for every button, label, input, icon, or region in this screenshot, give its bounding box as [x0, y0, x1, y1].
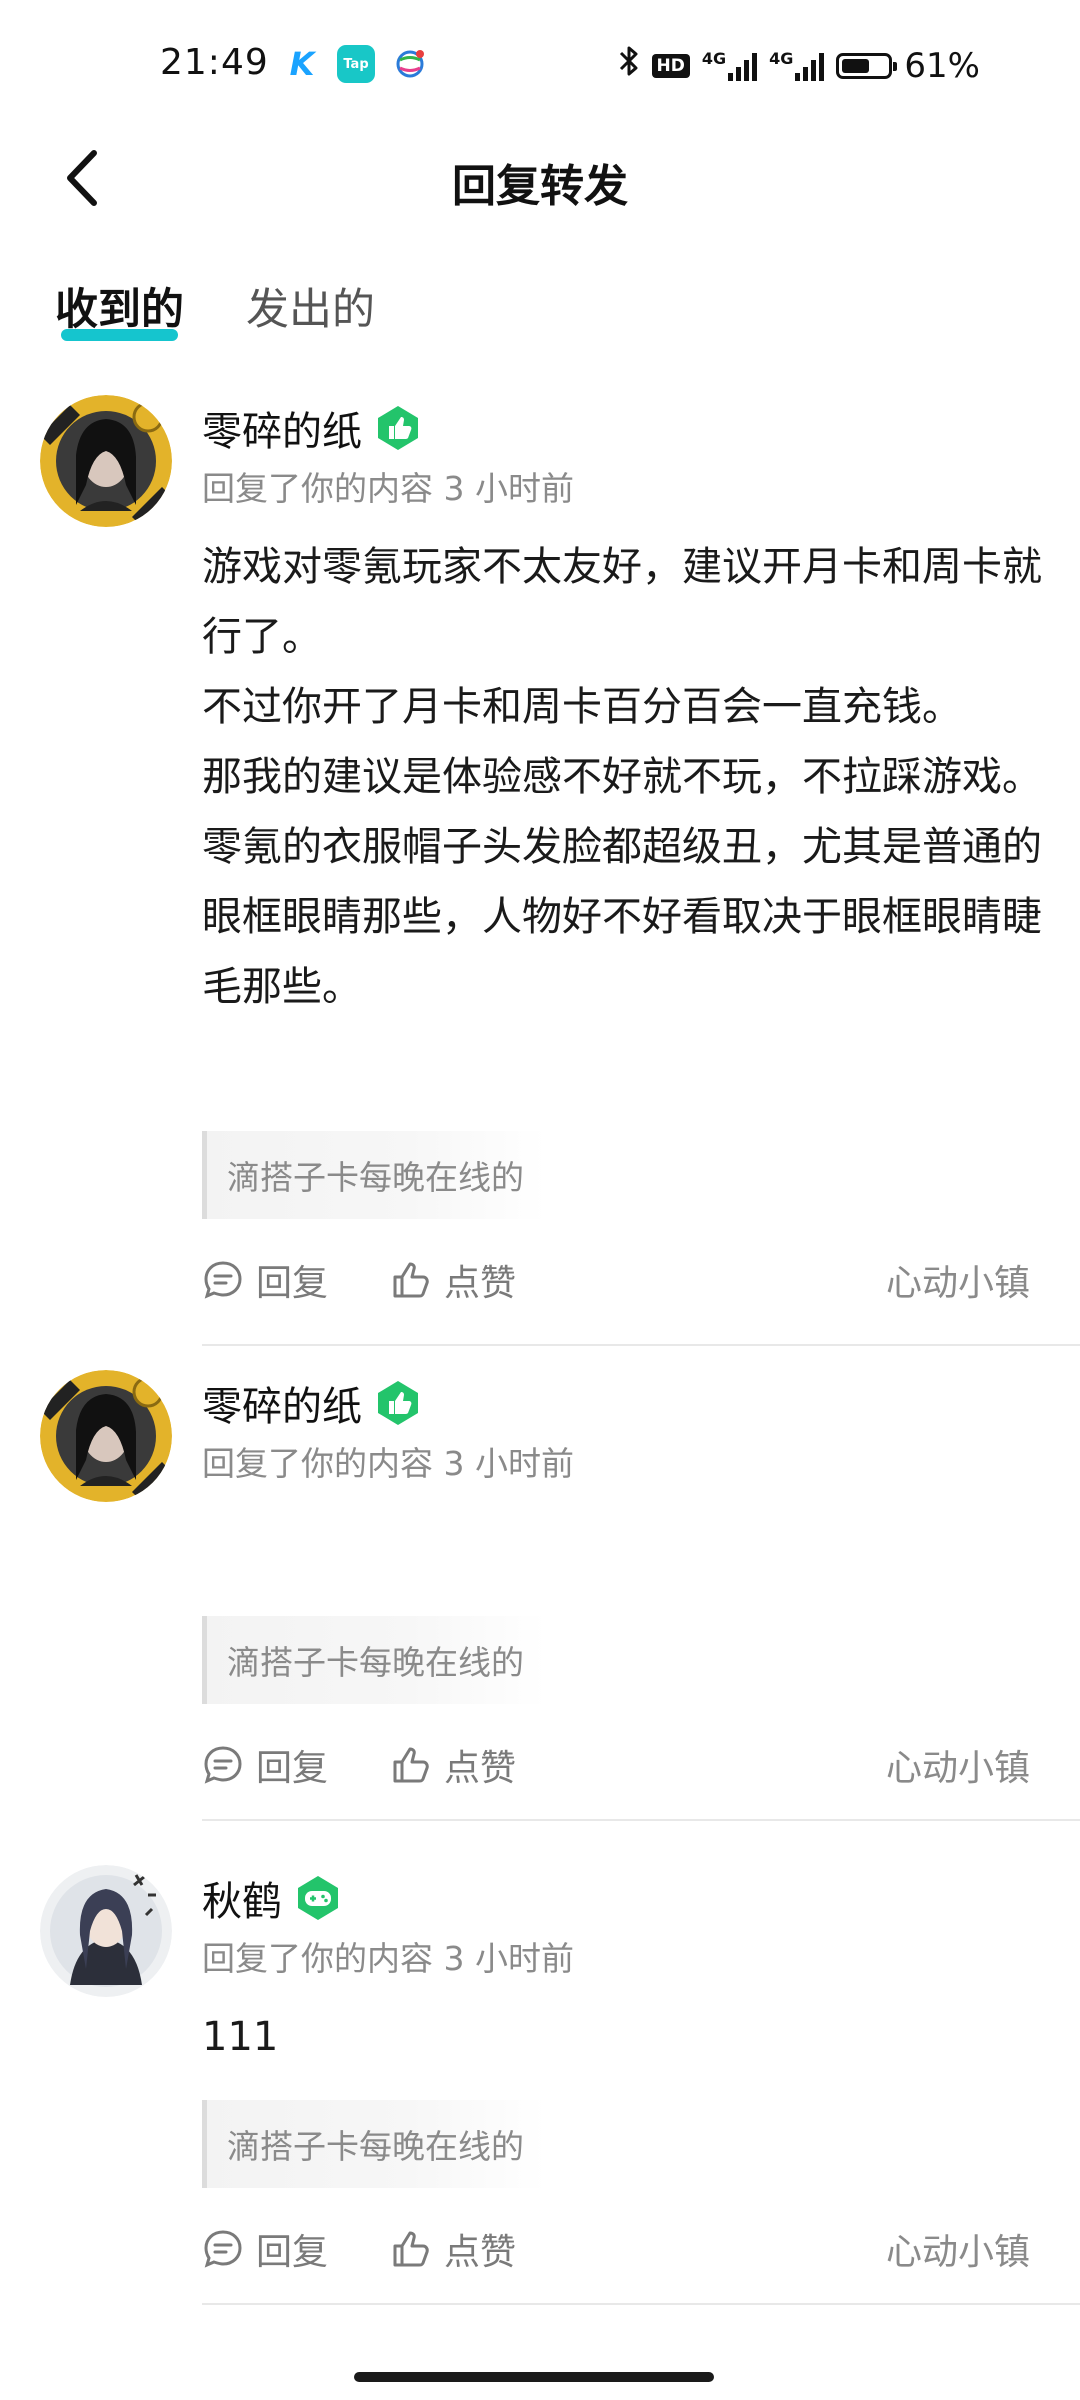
thumbs-up-icon: [390, 1744, 432, 1786]
tab-sent[interactable]: 发出的: [246, 275, 375, 345]
message-text: 111: [202, 2014, 279, 2060]
tab-received[interactable]: 收到的: [55, 275, 184, 345]
action-bar: 回复 点赞 心动小镇: [202, 1735, 1030, 1795]
user-line: 零碎的纸: [202, 400, 1060, 456]
thumbs-up-badge-icon: [374, 1379, 422, 1427]
user-line: 零碎的纸: [202, 1375, 1060, 1431]
status-time: 21:49: [160, 42, 269, 83]
k-app-icon: K: [289, 45, 315, 83]
comment-icon: [202, 1744, 244, 1786]
status-bar: 21:49 K Tap HD 4G 4G 61%: [0, 0, 1080, 130]
home-indicator[interactable]: [354, 2372, 714, 2382]
source-link[interactable]: 心动小镇: [886, 1254, 1030, 1306]
message-content: 零碎的纸 回复了你的内容 3 小时前: [202, 1375, 1060, 1507]
reply-meta: 回复了你的内容 3 小时前: [202, 469, 574, 508]
header: 回复转发: [0, 130, 1080, 230]
notification-icons: K Tap: [283, 45, 429, 83]
quoted-text: 滴搭子卡每晚在线的: [227, 1643, 524, 1682]
user-name[interactable]: 零碎的纸: [202, 1374, 362, 1432]
user-name[interactable]: 零碎的纸: [202, 399, 362, 457]
network-type-2: 4G: [769, 48, 794, 68]
reply-button[interactable]: 回复: [202, 1739, 328, 1791]
taptap-icon: Tap: [337, 45, 375, 83]
quoted-text: 滴搭子卡每晚在线的: [227, 1158, 524, 1197]
like-button[interactable]: 点赞: [390, 1739, 516, 1791]
avatar[interactable]: [40, 1370, 172, 1502]
thumbs-up-icon: [390, 2228, 432, 2270]
divider: [202, 1819, 1080, 1821]
user-line: 秋鹤: [202, 1870, 1060, 1926]
thumbs-up-badge-icon: [374, 404, 422, 452]
avatar[interactable]: [40, 1865, 172, 1997]
quoted-content[interactable]: 滴搭子卡每晚在线的: [202, 2100, 546, 2188]
action-bar: 回复 点赞 心动小镇: [202, 2219, 1030, 2279]
message-content: 零碎的纸 回复了你的内容 3 小时前 游戏对零氪玩家不太友好，建议开月卡和周卡就…: [202, 400, 1060, 1022]
battery-fill: [842, 58, 870, 73]
mobile-network-icon: [391, 45, 429, 83]
battery-icon: [836, 52, 898, 79]
like-label: 点赞: [444, 2232, 517, 2273]
quoted-content[interactable]: 滴搭子卡每晚在线的: [202, 1131, 546, 1219]
message-content: 秋鹤 回复了你的内容 3 小时前 111: [202, 1870, 1060, 2072]
reply-meta: 回复了你的内容 3 小时前: [202, 1939, 574, 1978]
comment-icon: [202, 1259, 244, 1301]
comment-icon: [202, 2228, 244, 2270]
gamepad-badge-icon: [294, 1874, 342, 1922]
reply-label: 回复: [256, 2232, 329, 2273]
status-right: HD 4G 4G 61%: [618, 44, 980, 87]
reply-button[interactable]: 回复: [202, 1254, 328, 1306]
tab-received-label: 收到的: [55, 285, 184, 335]
source-link[interactable]: 心动小镇: [886, 2223, 1030, 2275]
quoted-text: 滴搭子卡每晚在线的: [227, 2127, 524, 2166]
quoted-content[interactable]: 滴搭子卡每晚在线的: [202, 1616, 546, 1704]
divider: [202, 2303, 1080, 2305]
like-button[interactable]: 点赞: [390, 2223, 516, 2275]
source-link[interactable]: 心动小镇: [886, 1739, 1030, 1791]
taptap-label: Tap: [343, 56, 369, 72]
battery-percent: 61%: [904, 45, 980, 86]
hd-voice-icon: HD: [651, 53, 690, 78]
reply-button[interactable]: 回复: [202, 2223, 328, 2275]
bluetooth-icon: [618, 44, 640, 87]
network-type-1: 4G: [701, 48, 727, 68]
like-label: 点赞: [444, 1748, 517, 1789]
message-text: 游戏对零氪玩家不太友好，建议开月卡和周卡就行了。 不过你开了月卡和周卡百分百会一…: [202, 544, 1042, 1010]
like-label: 点赞: [444, 1263, 517, 1304]
action-bar: 回复 点赞 心动小镇: [202, 1250, 1030, 1310]
avatar[interactable]: [40, 395, 172, 527]
like-button[interactable]: 点赞: [390, 1254, 516, 1306]
tab-bar: 收到的 发出的: [55, 275, 375, 345]
reply-label: 回复: [256, 1748, 329, 1789]
signal-strength-icon-1: 4G: [701, 48, 758, 81]
signal-strength-icon-2: 4G: [769, 48, 825, 81]
reply-label: 回复: [256, 1263, 329, 1304]
reply-meta: 回复了你的内容 3 小时前: [202, 1444, 574, 1483]
tab-sent-label: 发出的: [246, 285, 375, 335]
page-title: 回复转发: [452, 161, 628, 212]
thumbs-up-icon: [390, 1259, 432, 1301]
divider: [202, 1344, 1080, 1346]
user-name[interactable]: 秋鹤: [202, 1869, 282, 1927]
